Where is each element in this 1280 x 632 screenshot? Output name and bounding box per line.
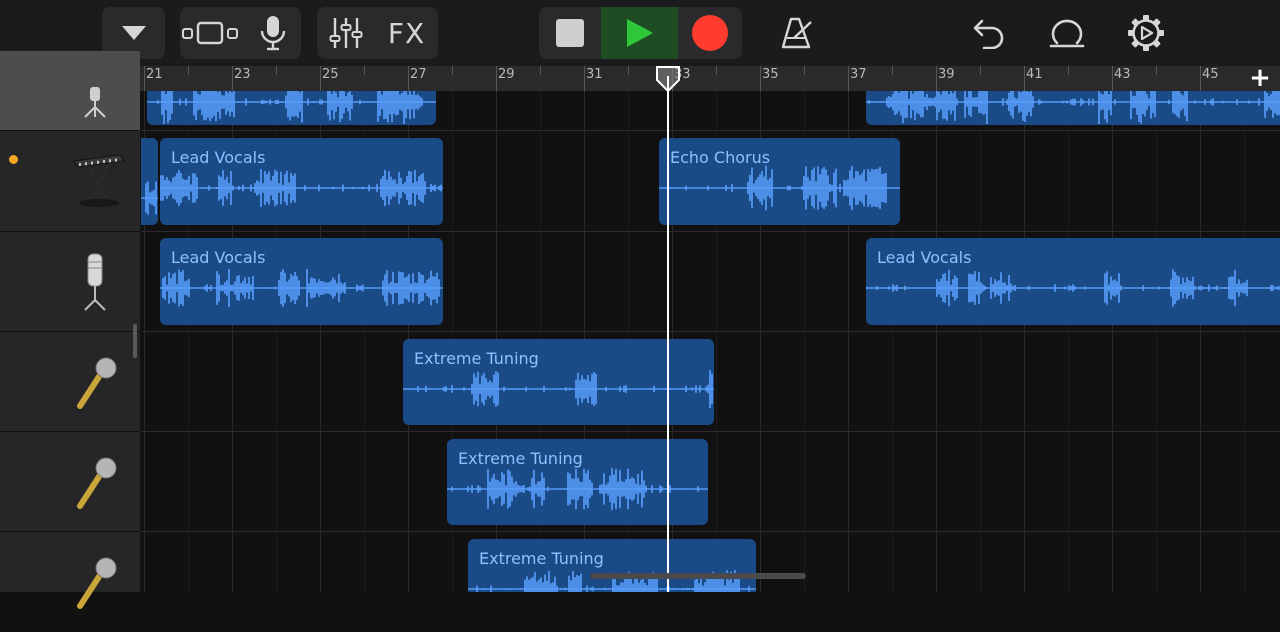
ruler-tick [936,66,937,91]
ruler-tick [760,66,761,91]
ruler-tick [1200,66,1201,91]
waveform [866,269,1280,307]
track-lane-5 [141,432,1280,532]
mix-controls: FX [317,7,438,59]
undo-button[interactable] [969,7,1009,59]
transport-controls [539,7,742,59]
ruler-tick [364,66,365,75]
microphone-condenser-icon [84,253,106,311]
microphone-handheld-icon [77,357,117,409]
audio-region[interactable] [141,138,158,225]
triangle-down-icon [121,26,146,40]
sliders-icon [329,18,363,48]
keyboard-icon [73,154,125,207]
tracks-area[interactable]: Lead Vocals Echo Chorus Lead Vocals Lead… [141,91,1280,592]
bar-number: 45 [1202,67,1219,82]
bar-number: 43 [1114,67,1131,82]
bar-number: 41 [1026,67,1043,82]
bar-number: 39 [938,67,955,82]
bar-number: 27 [410,67,427,82]
ruler-tick [320,66,321,91]
gear-icon [1128,15,1164,51]
waveform [866,91,1280,124]
tracks-view-button[interactable] [180,7,240,59]
extreme-tuning-region[interactable]: Extreme Tuning [468,539,756,592]
fx-label: FX [387,16,426,50]
ruler-tick [408,66,409,91]
waveform [147,91,436,124]
horizontal-scroll-indicator[interactable] [590,573,806,579]
track-header-2[interactable] [0,131,140,232]
bar-number: 37 [850,67,867,82]
stop-button[interactable] [539,7,601,59]
ruler-tick [848,66,849,91]
ruler-tick [1024,66,1025,91]
ruler-tick [1068,66,1069,75]
lead-vocals-region[interactable]: Lead Vocals [160,138,443,225]
track-header-5[interactable] [0,432,140,532]
audio-region[interactable] [866,91,1280,125]
ruler-tick [628,66,629,75]
track-activity-indicator [9,155,18,164]
ruler-tick [584,66,585,91]
track-header-6[interactable] [0,532,140,632]
playhead[interactable] [667,76,669,592]
audio-region[interactable] [147,91,436,125]
ruler-tick [804,66,805,75]
ruler-tick [1156,66,1157,75]
record-button[interactable] [678,7,742,59]
tracks-view-icon [182,21,238,45]
ruler-tick [232,66,233,91]
ruler-tick [496,66,497,91]
ruler-tick [980,66,981,75]
ruler-tick [452,66,453,75]
lead-vocals-region[interactable]: Lead Vocals [160,238,443,325]
bar-number: 23 [234,67,251,82]
microphone-icon [260,16,285,51]
bar-number: 29 [498,67,515,82]
ruler-tick [144,66,145,91]
bar-number: 21 [146,67,163,82]
ruler-tick [892,66,893,75]
track-header-4[interactable] [0,332,140,432]
loop-icon [1049,19,1085,48]
track-header-3[interactable] [0,232,140,332]
ruler-tick [188,66,189,75]
metronome-icon [781,17,812,49]
play-button[interactable] [601,7,678,59]
play-icon [626,19,653,47]
track-header-1[interactable] [0,51,140,131]
stop-icon [556,19,584,47]
metronome-button[interactable] [776,7,818,59]
bar-number: 31 [586,67,603,82]
ruler-tick [276,66,277,75]
mixer-button[interactable] [317,7,375,59]
bar-number: 25 [322,67,339,82]
ruler-tick [716,66,717,75]
waveform [141,181,158,215]
lead-vocals-region[interactable]: Lead Vocals [866,238,1280,325]
undo-icon [973,19,1004,49]
track-headers [0,51,140,632]
timeline-ruler[interactable]: 21 23 25 27 29 31 33 35 37 39 41 43 45 [140,66,1280,91]
vertical-scroll-indicator[interactable] [133,324,137,358]
ruler-tick [540,66,541,75]
record-icon [692,15,728,51]
ruler-tick [1112,66,1113,91]
settings-button[interactable] [1124,7,1168,59]
microphone-handheld-icon [77,557,117,609]
waveform [160,169,443,207]
microphone-condenser-icon [84,87,106,118]
microphone-handheld-icon [77,457,117,509]
echo-chorus-region[interactable]: Echo Chorus [659,138,900,225]
add-section-button[interactable]: + [1240,65,1280,91]
view-controls [180,7,301,59]
waveform [160,269,443,307]
loop-browser-button[interactable] [1045,7,1089,59]
waveform [659,165,900,211]
control-bar: FX [0,0,1280,66]
fx-button[interactable]: FX [375,7,438,59]
microphone-button[interactable] [244,7,301,59]
bar-number: 35 [762,67,779,82]
